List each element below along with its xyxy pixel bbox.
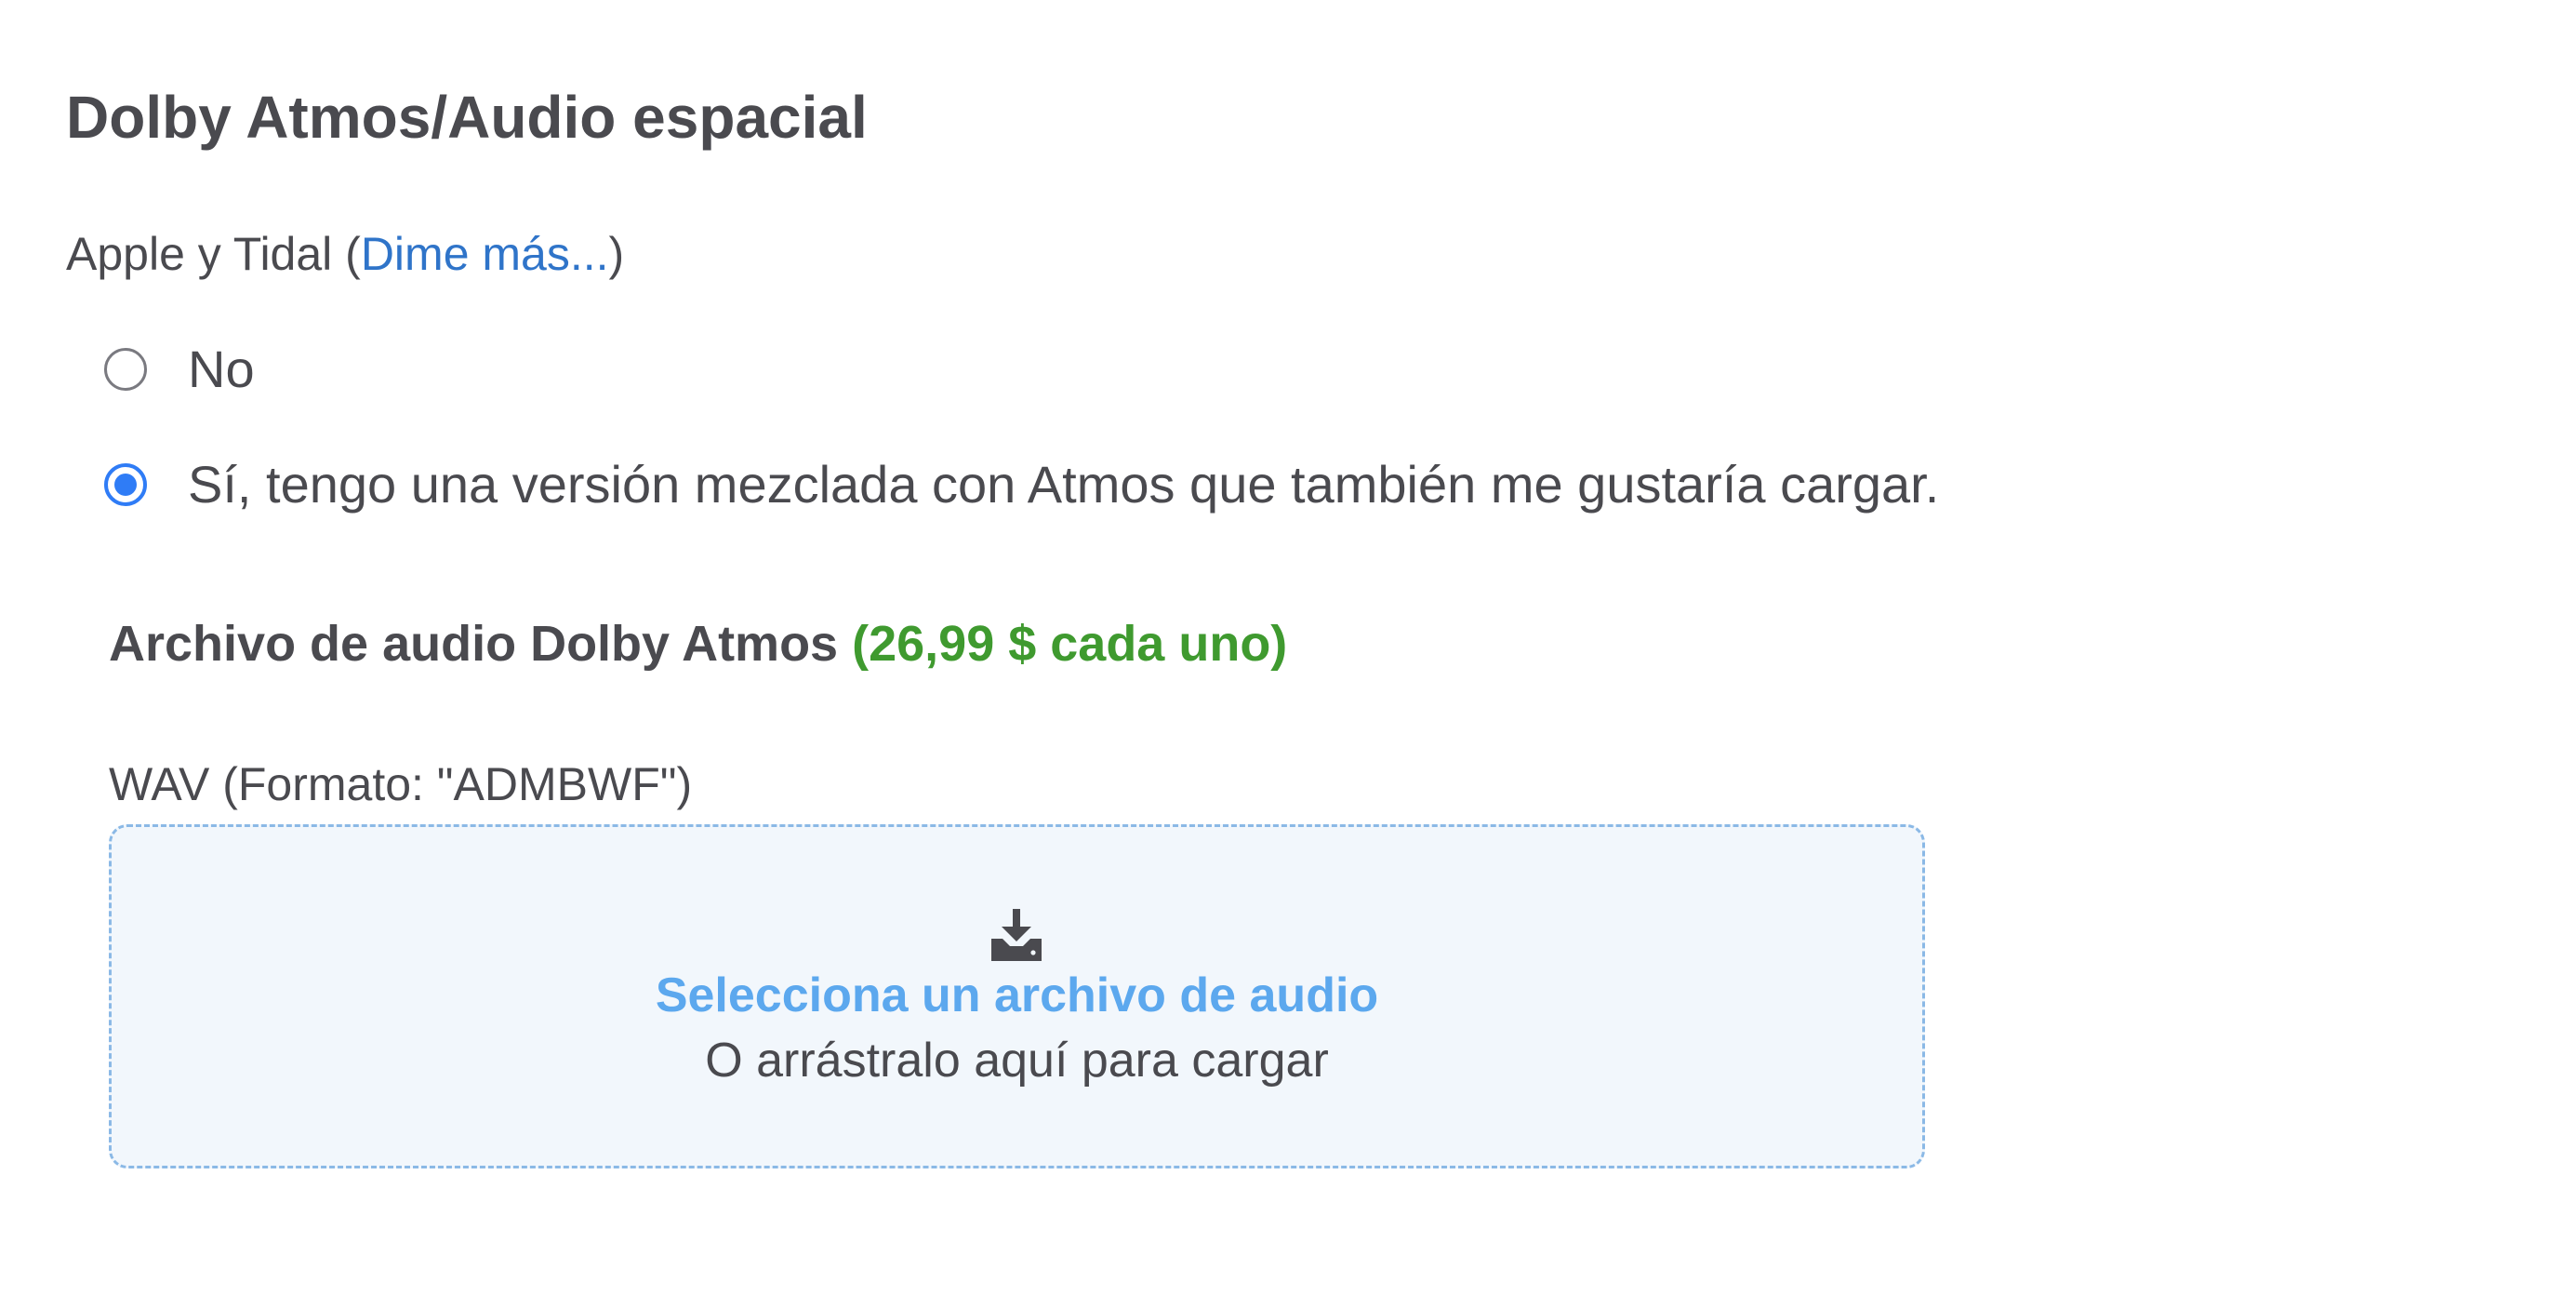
radio-option-no[interactable]: No (104, 337, 255, 402)
question-suffix: ) (608, 228, 625, 280)
radio-label-no: No (188, 340, 255, 398)
format-label: WAV (Formato: "ADMBWF") (109, 758, 693, 810)
atmos-file-title: Archivo de audio Dolby Atmos (26,99 $ ca… (109, 610, 1287, 677)
tell-me-more-link[interactable]: Dime más... (361, 228, 609, 280)
download-tray-icon (991, 909, 1042, 961)
audio-dropzone[interactable]: Selecciona un archivo de audio O arrástr… (109, 824, 1925, 1168)
section-title: Dolby Atmos/Audio espacial (66, 84, 868, 151)
atmos-file-title-text: Archivo de audio Dolby Atmos (109, 616, 839, 672)
radio-button-yes[interactable] (104, 463, 147, 506)
radio-button-no[interactable] (104, 348, 147, 391)
radio-label-yes: Sí, tengo una versión mezclada con Atmos… (188, 455, 1940, 514)
question-label: Apple y Tidal (Dime más...) (66, 223, 624, 285)
radio-option-yes[interactable]: Sí, tengo una versión mezclada con Atmos… (104, 452, 1939, 517)
question-prefix: Apple y Tidal ( (66, 228, 361, 280)
price-label: (26,99 $ cada uno) (852, 616, 1288, 672)
drag-here-hint: O arrástralo aquí para cargar (705, 1034, 1329, 1088)
select-audio-file-link[interactable]: Selecciona un archivo de audio (112, 965, 1922, 1026)
